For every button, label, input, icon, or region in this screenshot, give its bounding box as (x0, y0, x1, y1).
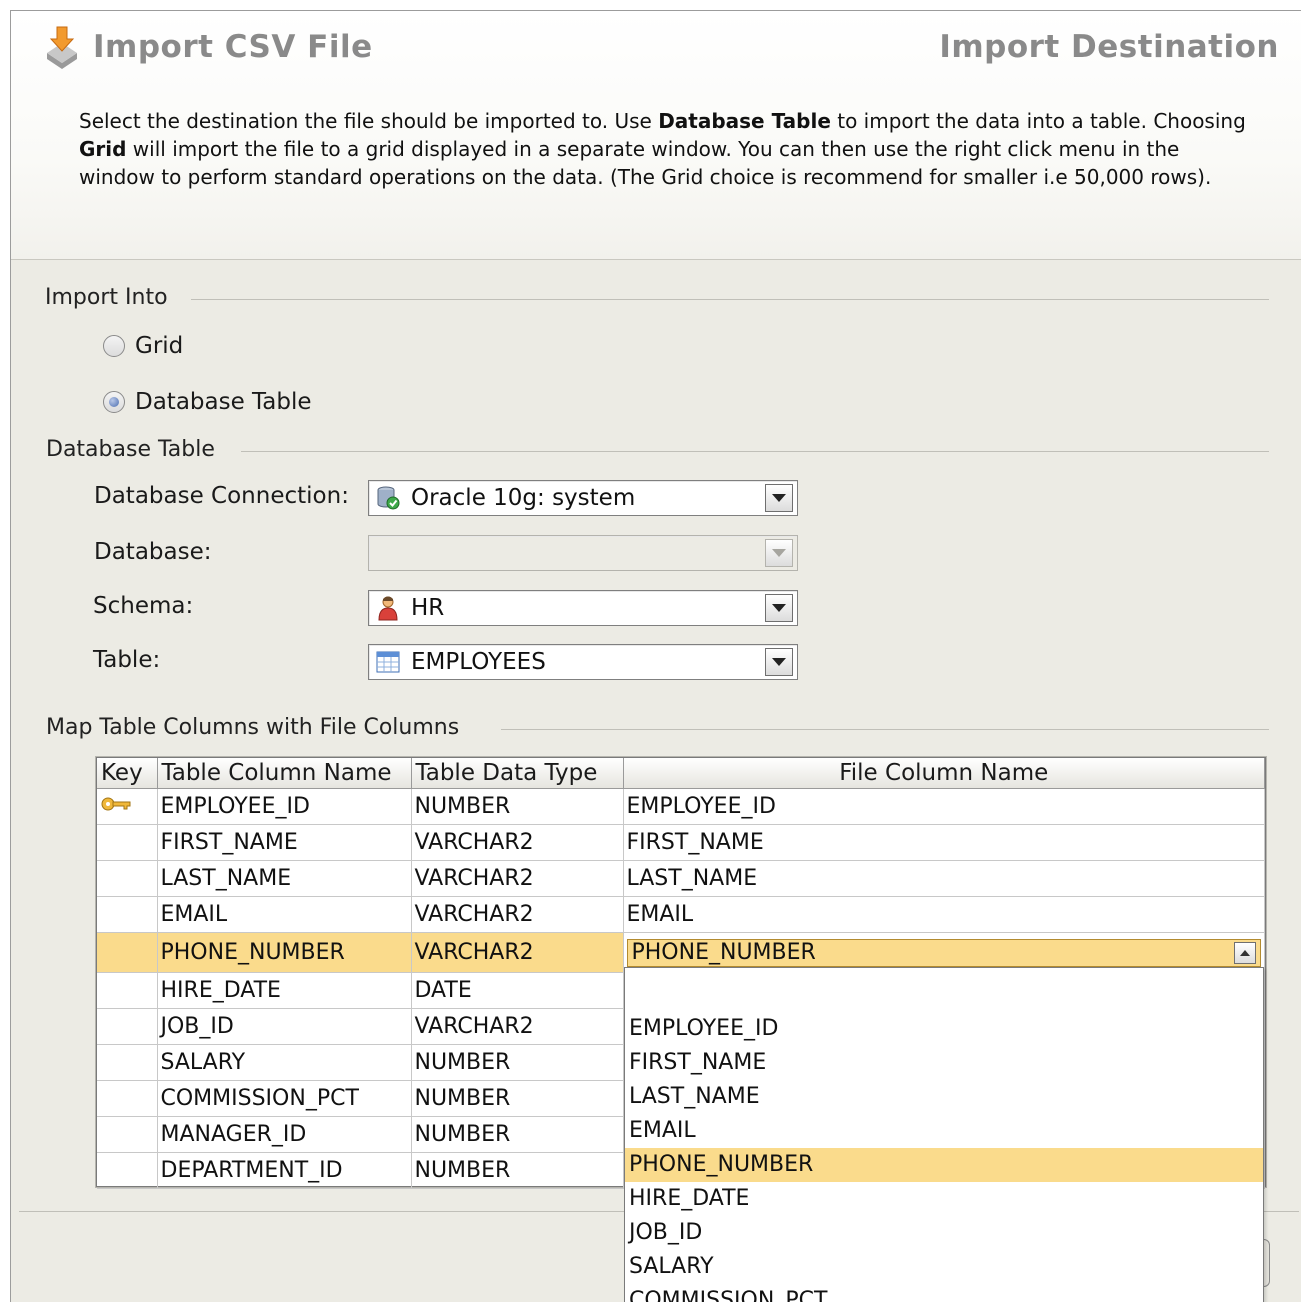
table-row[interactable]: EMPLOYEE_ID NUMBER EMPLOYEE_ID (97, 788, 1265, 825)
column-header-key[interactable]: Key (97, 758, 158, 789)
key-cell (97, 824, 158, 861)
file-column-name-cell[interactable]: FIRST_NAME (623, 824, 1265, 861)
table-icon (376, 651, 400, 673)
table-column-name-cell: COMMISSION_PCT (157, 1080, 412, 1117)
table-data-type-cell: VARCHAR2 (411, 824, 624, 861)
wizard-title: Import CSV File (93, 29, 373, 65)
table-data-type-cell: NUMBER (411, 1116, 624, 1153)
key-cell (97, 1116, 158, 1153)
file-column-name-cell[interactable]: EMPLOYEE_ID (623, 788, 1265, 825)
table-column-name-cell: HIRE_DATE (157, 972, 412, 1009)
table-column-name-cell: SALARY (157, 1044, 412, 1081)
database-connection-icon (377, 486, 400, 510)
table-column-name-cell: FIRST_NAME (157, 824, 412, 861)
dropdown-option[interactable]: JOB_ID (625, 1216, 1263, 1250)
table-row[interactable]: EMAIL VARCHAR2 EMAIL (97, 896, 1265, 933)
table-column-name-cell: MANAGER_ID (157, 1116, 412, 1153)
database-connection-value: Oracle 10g: system (411, 485, 636, 511)
database-combo (368, 535, 798, 571)
database-connection-label: Database Connection: (94, 483, 349, 509)
dropdown-option[interactable]: LAST_NAME (625, 1080, 1263, 1114)
wizard-description: Select the destination the file should b… (79, 109, 1246, 189)
dropdown-option[interactable]: EMAIL (625, 1114, 1263, 1148)
map-columns-label: Map Table Columns with File Columns (46, 715, 478, 740)
database-table-section-label: Database Table (46, 437, 233, 462)
schema-label: Schema: (93, 593, 194, 619)
dropdown-option[interactable]: FIRST_NAME (625, 1046, 1263, 1080)
grid-radio[interactable] (103, 335, 125, 357)
table-data-type-cell: VARCHAR2 (411, 860, 624, 897)
database-table-radio[interactable] (103, 391, 125, 413)
key-cell (97, 1044, 158, 1081)
grid-radio-option[interactable]: Grid (103, 333, 183, 359)
schema-value: HR (411, 595, 445, 621)
database-label: Database: (94, 539, 212, 565)
table-column-name-cell: DEPARTMENT_ID (157, 1152, 412, 1189)
column-header-file-column-name[interactable]: File Column Name (623, 758, 1265, 789)
chevron-down-icon[interactable] (765, 648, 793, 676)
dropdown-option[interactable]: HIRE_DATE (625, 1182, 1263, 1216)
table-data-type-cell: NUMBER (411, 1044, 624, 1081)
key-cell (97, 1080, 158, 1117)
file-column-dropdown-list[interactable]: EMPLOYEE_ID FIRST_NAME LAST_NAME EMAIL PHONE… (624, 967, 1264, 1302)
file-column-name-cell[interactable]: LAST_NAME (623, 860, 1265, 897)
table-column-name-cell: JOB_ID (157, 1008, 412, 1045)
import-arrow-icon (47, 26, 77, 69)
key-cell (97, 896, 158, 933)
column-header-table-data-type[interactable]: Table Data Type (411, 758, 624, 789)
dropdown-option[interactable] (625, 968, 1263, 1012)
table-data-type-cell: NUMBER (411, 1152, 624, 1189)
dropdown-option[interactable]: EMPLOYEE_ID (625, 1012, 1263, 1046)
key-cell (97, 788, 158, 825)
table-column-name-cell: PHONE_NUMBER (157, 932, 412, 973)
wizard-step-title: Import Destination (939, 29, 1279, 65)
user-schema-icon (378, 596, 398, 621)
file-column-name-cell[interactable]: EMAIL (623, 896, 1265, 933)
table-data-type-cell: DATE (411, 972, 624, 1009)
section-divider (241, 451, 1269, 452)
schema-combo[interactable]: HR (368, 590, 798, 626)
key-cell (97, 1008, 158, 1045)
dropdown-option[interactable]: COMMISSION_PCT (625, 1284, 1263, 1302)
table-data-type-cell: VARCHAR2 (411, 932, 624, 973)
database-table-radio-label: Database Table (135, 389, 312, 415)
key-cell (97, 1152, 158, 1189)
key-cell (97, 932, 158, 973)
import-into-label: Import Into (45, 285, 186, 310)
key-cell (97, 860, 158, 897)
table-column-name-cell: EMAIL (157, 896, 412, 933)
chevron-down-icon[interactable] (765, 594, 793, 622)
column-header-table-column-name[interactable]: Table Column Name (157, 758, 412, 789)
table-data-type-cell: NUMBER (411, 788, 624, 825)
file-column-combo-value: PHONE_NUMBER (631, 940, 816, 965)
table-column-name-cell: EMPLOYEE_ID (157, 788, 412, 825)
file-column-combo-editor[interactable]: PHONE_NUMBER (626, 938, 1261, 967)
wizard-header: Import CSV File Import Destination Selec… (11, 11, 1301, 260)
table-row[interactable]: LAST_NAME VARCHAR2 LAST_NAME (97, 860, 1265, 897)
database-table-radio-option[interactable]: Database Table (103, 389, 312, 415)
table-column-name-cell: LAST_NAME (157, 860, 412, 897)
table-combo[interactable]: EMPLOYEES (368, 644, 798, 680)
section-divider (501, 729, 1269, 730)
grid-radio-label: Grid (135, 333, 184, 359)
chevron-up-icon[interactable] (1234, 941, 1256, 964)
table-value: EMPLOYEES (411, 649, 546, 675)
section-divider (191, 299, 1269, 300)
key-icon (101, 797, 131, 811)
table-data-type-cell: NUMBER (411, 1080, 624, 1117)
table-row[interactable]: FIRST_NAME VARCHAR2 FIRST_NAME (97, 824, 1265, 861)
chevron-down-icon[interactable] (765, 484, 793, 512)
key-cell (97, 972, 158, 1009)
database-connection-combo[interactable]: Oracle 10g: system (368, 480, 798, 516)
table-label: Table: (93, 647, 161, 673)
table-data-type-cell: VARCHAR2 (411, 896, 624, 933)
chevron-down-icon (765, 539, 793, 567)
dropdown-option[interactable]: PHONE_NUMBER (625, 1148, 1263, 1182)
table-data-type-cell: VARCHAR2 (411, 1008, 624, 1045)
dropdown-option[interactable]: SALARY (625, 1250, 1263, 1284)
import-csv-dialog: Import CSV File Import Destination Selec… (10, 10, 1301, 1302)
